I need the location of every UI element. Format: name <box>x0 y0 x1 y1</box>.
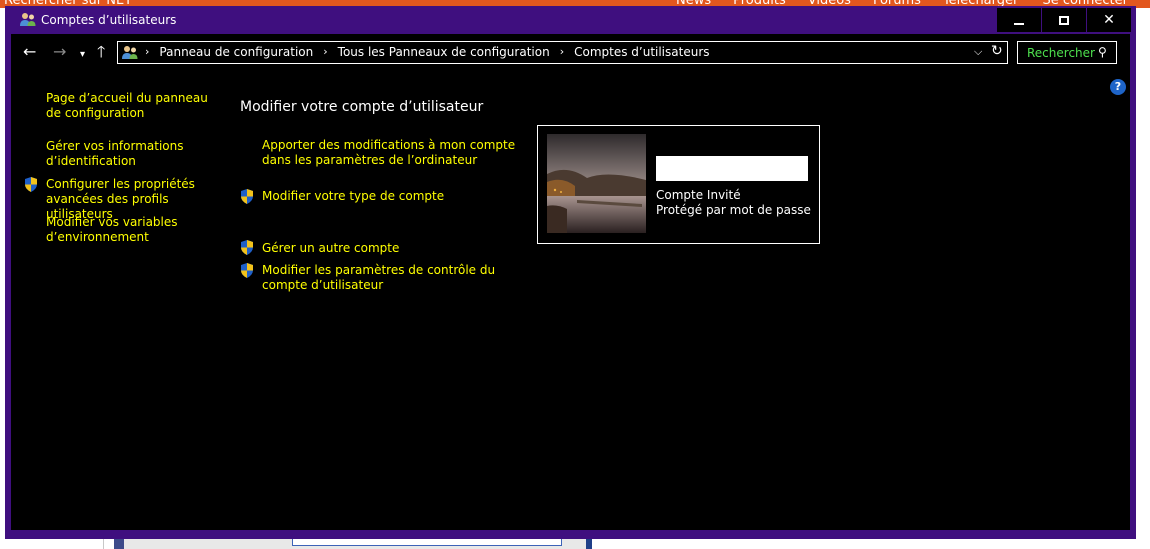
chevron-right-icon[interactable]: › <box>323 45 327 59</box>
account-type-label: Compte Invité <box>656 188 741 202</box>
search-icon[interactable]: ⚲ <box>1098 45 1107 59</box>
uac-shield-icon <box>25 177 37 192</box>
address-dropdown-icon[interactable]: ⌵ <box>974 45 982 59</box>
forward-arrow-icon[interactable]: → <box>53 44 66 60</box>
window-title: Comptes d’utilisateurs <box>41 13 177 27</box>
navigation-bar: ← → ▾ 🡑 › Panneau de configuration › Tou… <box>11 34 1130 72</box>
control-panel-home-link[interactable]: Page d’accueil du panneau de configurati… <box>46 91 216 121</box>
account-picture[interactable] <box>547 134 646 233</box>
manage-credentials-link[interactable]: Gérer vos informations d’identification <box>46 139 216 169</box>
uac-shield-icon <box>241 240 253 255</box>
minimize-icon <box>1014 23 1024 25</box>
breadcrumb-item[interactable]: Panneau de configuration <box>159 45 313 59</box>
uac-shield-icon <box>241 263 253 278</box>
control-panel-users-icon <box>122 46 138 59</box>
manage-another-account-link[interactable]: Gérer un autre compte <box>262 241 532 256</box>
help-icon[interactable]: ? <box>1110 79 1126 95</box>
uac-shield-icon <box>241 189 253 204</box>
search-box[interactable]: ⚲ <box>1017 41 1117 64</box>
recent-locations-chevron-icon[interactable]: ▾ <box>80 47 85 63</box>
page-title: Modifier votre compte d’utilisateur <box>240 99 484 115</box>
account-card: Compte Invité Protégé par mot de passe <box>537 125 820 244</box>
address-bar[interactable]: › Panneau de configuration › Tous les Pa… <box>117 41 1008 64</box>
chevron-right-icon[interactable]: › <box>560 45 564 59</box>
breadcrumb-item[interactable]: Comptes d’utilisateurs <box>574 45 709 59</box>
search-input[interactable] <box>1018 42 1100 63</box>
users-icon <box>20 13 36 26</box>
account-name <box>656 156 808 181</box>
maximize-button[interactable] <box>1042 8 1086 32</box>
breadcrumb: › Panneau de configuration › Tous les Pa… <box>145 45 720 59</box>
back-arrow-icon[interactable]: ← <box>23 44 36 60</box>
breadcrumb-item[interactable]: Tous les Panneaux de configuration <box>338 45 550 59</box>
chevron-right-icon[interactable]: › <box>145 45 149 59</box>
password-status-label: Protégé par mot de passe <box>656 203 811 217</box>
window-content: ← → ▾ 🡑 › Panneau de configuration › Tou… <box>11 34 1130 530</box>
close-icon: ✕ <box>1103 12 1115 28</box>
close-button[interactable]: ✕ <box>1087 8 1131 32</box>
minimize-button[interactable] <box>997 8 1041 32</box>
up-arrow-icon[interactable]: 🡑 <box>97 44 105 60</box>
environment-variables-link[interactable]: Modifier vos variables d’environnement <box>46 215 216 245</box>
title-bar[interactable]: Comptes d’utilisateurs ✕ <box>5 6 1136 34</box>
change-account-type-link[interactable]: Modifier votre type de compte <box>262 189 532 204</box>
maximize-icon <box>1059 15 1069 25</box>
pc-settings-account-link[interactable]: Apporter des modifications à mon compte … <box>262 138 532 168</box>
uac-settings-link[interactable]: Modifier les paramètres de contrôle du c… <box>262 263 532 293</box>
refresh-icon[interactable]: ↻ <box>991 43 1003 59</box>
user-accounts-window: Comptes d’utilisateurs ✕ ← → ▾ 🡑 › Panne… <box>5 6 1136 539</box>
